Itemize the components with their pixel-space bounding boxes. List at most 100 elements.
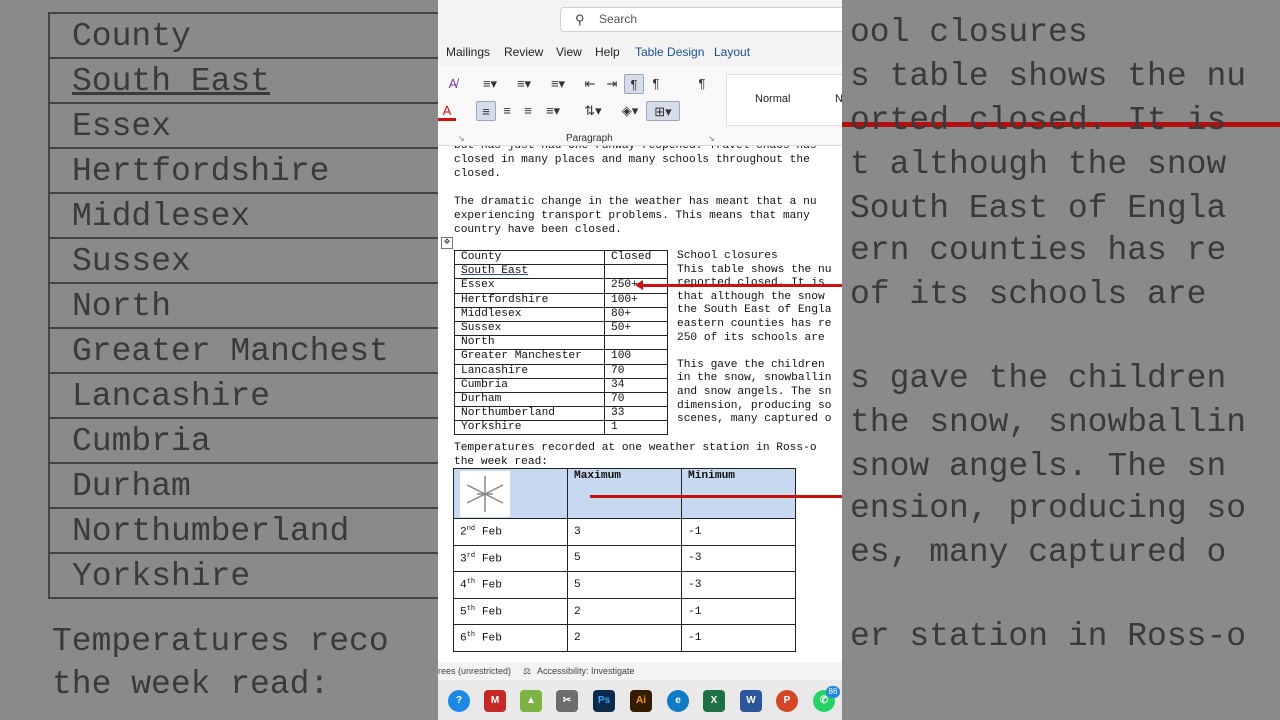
table-cell[interactable]: 33: [604, 406, 668, 422]
table-cell[interactable]: 5th Feb: [453, 597, 568, 626]
snip-app-icon[interactable]: ✂: [556, 690, 578, 712]
search-box[interactable]: ⚲ Search: [560, 7, 842, 32]
table-cell[interactable]: Yorkshire: [454, 420, 605, 436]
table-row: Lancashire 70: [454, 363, 668, 379]
help-app-icon[interactable]: ?: [448, 690, 470, 712]
background-right-line: ension, producing so: [850, 490, 1247, 527]
table-cell[interactable]: 3rd Feb: [453, 544, 568, 573]
table-cell[interactable]: Cumbria: [454, 377, 605, 393]
title-bar: ⚲ Search: [438, 0, 842, 38]
bullets-icon[interactable]: ≡▾: [476, 74, 504, 94]
illustrator-app-icon[interactable]: Ai: [630, 690, 652, 712]
table-cell[interactable]: -3: [681, 571, 796, 599]
table-row: Middlesex 80+: [454, 306, 668, 322]
background-table: County South East Essex Hertfordshire Middle…: [48, 12, 438, 599]
table-cell[interactable]: Essex: [454, 278, 605, 294]
table-cell[interactable]: 2: [567, 624, 682, 652]
accessibility-status[interactable]: Accessibility: Investigate: [537, 662, 635, 680]
table-cell[interactable]: 5: [567, 544, 682, 573]
shading-icon[interactable]: ◈▾: [616, 101, 644, 121]
table-cell[interactable]: 6th Feb: [453, 624, 568, 652]
image-app-icon[interactable]: ▲: [520, 690, 542, 712]
table-cell[interactable]: -1: [681, 518, 796, 546]
table-cell[interactable]: 1: [604, 420, 668, 436]
table-cell[interactable]: Greater Manchester: [454, 349, 605, 365]
table-cell[interactable]: 34: [604, 377, 668, 393]
table-cell[interactable]: Northumberland: [454, 406, 605, 422]
table-cell[interactable]: -3: [681, 544, 796, 573]
tab-table-design[interactable]: Table Design: [635, 45, 704, 59]
table-cell[interactable]: [604, 335, 668, 351]
rtl-direction-icon[interactable]: ¶: [648, 74, 664, 94]
tab-review[interactable]: Review: [504, 45, 543, 59]
table-cell[interactable]: 3: [567, 518, 682, 546]
excel-app-icon[interactable]: X: [703, 690, 725, 712]
table-cell[interactable]: 100: [604, 349, 668, 365]
table-cell[interactable]: 100+: [604, 292, 668, 308]
search-icon: ⚲: [575, 12, 585, 27]
table-cell[interactable]: North: [454, 335, 605, 351]
line-spacing-icon[interactable]: ⇅▾: [578, 101, 608, 121]
table-cell[interactable]: 70: [604, 363, 668, 379]
show-formatting-icon[interactable]: ¶: [694, 74, 710, 94]
table-row: North: [454, 335, 668, 351]
table-cell[interactable]: 2: [567, 597, 682, 626]
background-row: Essex: [50, 104, 438, 149]
photoshop-app-icon[interactable]: Ps: [593, 690, 615, 712]
align-left-icon[interactable]: ≡: [476, 101, 496, 121]
style-normal[interactable]: Normal: [755, 93, 790, 105]
styles-gallery[interactable]: Normal N: [726, 74, 842, 126]
justify-icon[interactable]: ≡▾: [540, 101, 566, 121]
table-row: 4th Feb 5 -3: [453, 571, 796, 599]
status-bar: rees (unrestricted) ⚖ Accessibility: Inv…: [438, 662, 842, 680]
style-next[interactable]: N: [835, 93, 842, 105]
table-cell[interactable]: South East: [454, 264, 605, 280]
clear-formatting-icon[interactable]: A̸: [444, 74, 462, 94]
font-launcher-icon[interactable]: ↘: [458, 134, 465, 143]
table-cell[interactable]: Lancashire: [454, 363, 605, 379]
word-app-icon[interactable]: W: [740, 690, 762, 712]
mcafee-app-icon[interactable]: M: [484, 690, 506, 712]
table-cell[interactable]: Durham: [454, 391, 605, 408]
table-cell[interactable]: -1: [681, 597, 796, 626]
table-move-handle-icon[interactable]: ✥: [441, 237, 453, 249]
table-cell[interactable]: 70: [604, 391, 668, 408]
tab-layout[interactable]: Layout: [714, 45, 750, 59]
paragraph-launcher-icon[interactable]: ↘: [708, 134, 715, 143]
edge-app-icon[interactable]: e: [667, 690, 689, 712]
powerpoint-app-icon[interactable]: P: [776, 690, 798, 712]
increase-indent-icon[interactable]: ⇥: [604, 74, 620, 94]
ltr-direction-icon[interactable]: ¶: [624, 74, 644, 94]
table-header-cell[interactable]: Closed: [604, 249, 668, 266]
font-color-icon[interactable]: A: [438, 101, 456, 121]
table-row: Sussex 50+: [454, 320, 668, 337]
table-cell[interactable]: Sussex: [454, 320, 605, 337]
table-cell[interactable]: 50+: [604, 320, 668, 337]
tab-mailings[interactable]: Mailings: [446, 45, 490, 59]
table-cell[interactable]: -1: [681, 624, 796, 652]
tab-view[interactable]: View: [556, 45, 582, 59]
decrease-indent-icon[interactable]: ⇤: [582, 74, 598, 94]
table-cell[interactable]: 4th Feb: [453, 571, 568, 599]
tab-help[interactable]: Help: [595, 45, 620, 59]
table-header-cell[interactable]: Minimum: [681, 468, 796, 519]
borders-icon[interactable]: ⊞▾: [646, 101, 680, 121]
table-cell[interactable]: 2nd Feb: [453, 518, 568, 546]
table-header-row: Maximum Minimum: [453, 468, 796, 519]
multilevel-list-icon[interactable]: ≡▾: [544, 74, 572, 94]
table-cell[interactable]: Middlesex: [454, 306, 605, 322]
table-header-cell[interactable]: County: [454, 249, 605, 266]
align-right-icon[interactable]: ≡: [519, 101, 537, 121]
document-page[interactable]: but has just had one runway reopened. Tr…: [438, 146, 842, 662]
table-header-cell[interactable]: Maximum: [567, 468, 682, 519]
taskbar: ? M ▲ ✂ Ps Ai e X W P ✆ 86: [438, 680, 842, 720]
table-header-cell[interactable]: [453, 468, 568, 519]
numbering-icon[interactable]: ≡▾: [510, 74, 538, 94]
table-cell[interactable]: 5: [567, 571, 682, 599]
background-right-line: South East of Engla: [850, 190, 1227, 227]
align-center-icon[interactable]: ≡: [498, 101, 516, 121]
table-cell[interactable]: 80+: [604, 306, 668, 322]
table-cell[interactable]: [604, 264, 668, 280]
ribbon: A̸ ≡▾ ≡▾ ≡▾ ⇤ ⇥ ¶ ¶ ¶ A ≡ ≡ ≡ ≡▾ ⇅▾ ◈▾ ⊞…: [438, 66, 842, 146]
table-cell[interactable]: Hertfordshire: [454, 292, 605, 308]
